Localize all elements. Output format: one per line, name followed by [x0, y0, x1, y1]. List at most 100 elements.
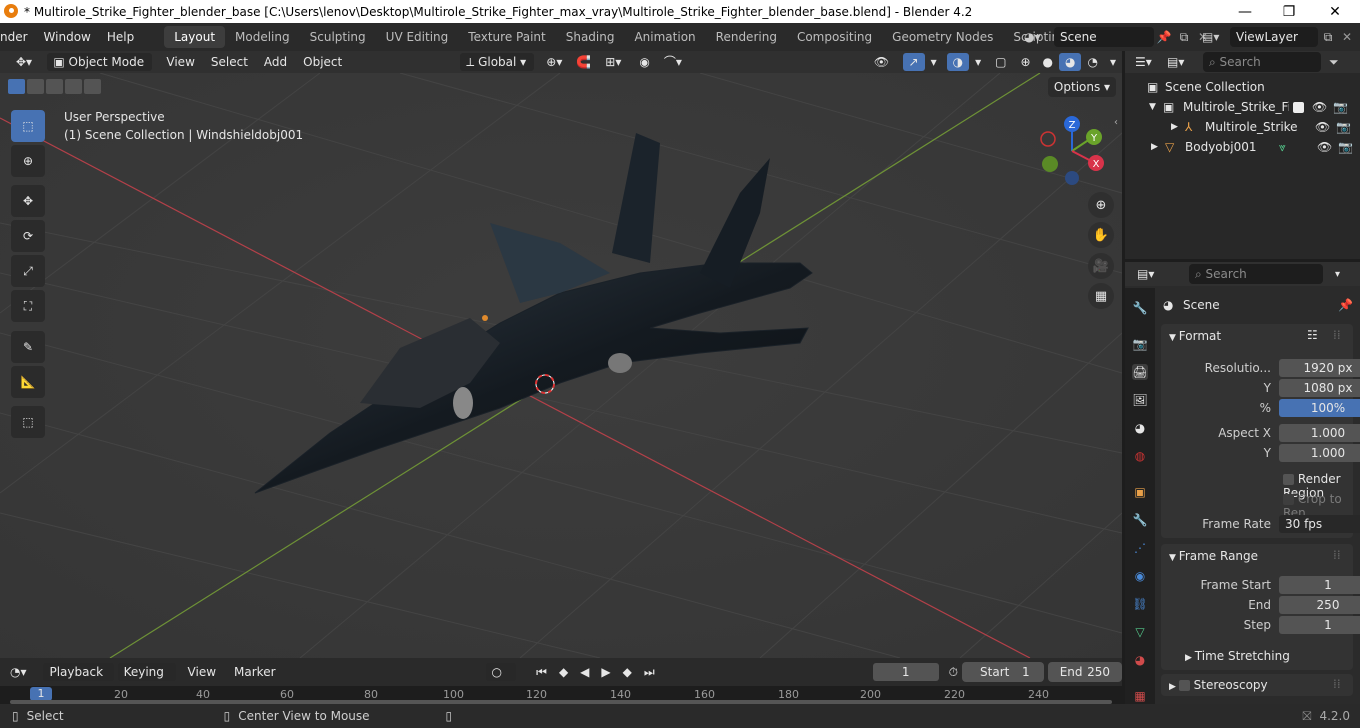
expand-icon[interactable]: ▶: [1171, 122, 1185, 132]
minimize-button[interactable]: —: [1222, 0, 1268, 23]
eye-icon[interactable]: 👁: [1312, 100, 1327, 114]
scene-tab-icon[interactable]: ◕: [1132, 420, 1148, 436]
outliner-row-bodyobj[interactable]: ▶ ▽ Bodyobj001 ⩔ 👁 📷: [1125, 137, 1360, 157]
rotate-tool[interactable]: ⟳: [11, 220, 45, 252]
menu-window[interactable]: Window: [36, 30, 99, 44]
auto-keying-toggle[interactable]: ○ ▾: [485, 663, 517, 697]
stopwatch-icon[interactable]: ⏱: [949, 665, 958, 680]
menu-add[interactable]: Add: [258, 53, 293, 71]
gizmo-toggle-icon[interactable]: ↗: [902, 53, 925, 71]
drag-handle-icon[interactable]: ⁞⁞: [1333, 548, 1341, 562]
texture-tab-icon[interactable]: ▦: [1132, 688, 1148, 704]
properties-search-input[interactable]: ⌕ Search: [1189, 264, 1323, 284]
3d-viewport[interactable]: Z Y X User Perspective (1) Scene Collect…: [0, 73, 1122, 658]
outliner-row-armature[interactable]: ▶ ⅄ Multirole_Strike 👁 📷: [1125, 117, 1360, 137]
cursor-tool[interactable]: ⊕: [11, 145, 45, 177]
tab-geometry-nodes[interactable]: Geometry Nodes: [882, 26, 1003, 48]
viewlayer-field[interactable]: ViewLayer: [1230, 27, 1318, 47]
overlay-toggle-icon[interactable]: ◑: [946, 53, 970, 71]
toggle-ortho-button[interactable]: ▦: [1088, 283, 1114, 309]
jump-end-icon[interactable]: ⏭: [638, 663, 661, 681]
output-tab-icon[interactable]: 🖨: [1132, 364, 1148, 380]
stereoscopy-checkbox[interactable]: [1178, 680, 1190, 691]
pivot-icon[interactable]: ⊕▾: [540, 53, 568, 71]
camera-view-button[interactable]: 🎥: [1088, 253, 1114, 279]
select-intersect-icon[interactable]: [84, 79, 101, 94]
outliner-search-input[interactable]: ⌕ Search: [1203, 52, 1321, 72]
next-keyframe-icon[interactable]: ◆: [617, 663, 638, 681]
mode-dropdown[interactable]: ▣ Object Mode ▾: [47, 53, 153, 87]
tab-layout[interactable]: Layout: [164, 26, 226, 48]
editor-type-icon[interactable]: ✥▾: [10, 53, 41, 71]
tab-rendering[interactable]: Rendering: [706, 26, 787, 48]
expand-icon[interactable]: ▶: [1151, 142, 1165, 152]
data-tab-icon[interactable]: ▽: [1132, 624, 1148, 640]
modifier-tab-icon[interactable]: 🔧: [1132, 512, 1148, 528]
transform-tool[interactable]: ⛶: [11, 290, 45, 322]
xray-icon[interactable]: ▢: [989, 53, 1012, 71]
frame-range-panel-header[interactable]: ▼ Frame Range: [1169, 549, 1258, 563]
select-subtract-icon[interactable]: [46, 79, 63, 94]
play-reverse-icon[interactable]: ◀: [574, 663, 595, 681]
eye-icon[interactable]: 👁: [1315, 120, 1330, 134]
format-panel-header[interactable]: ▼ Format: [1169, 329, 1221, 343]
scale-tool[interactable]: ⤢: [11, 255, 45, 287]
tool-tab-icon[interactable]: 🔧: [1132, 300, 1148, 316]
menu-file[interactable]: nder: [0, 30, 36, 44]
annotate-tool[interactable]: ✎: [11, 331, 45, 363]
menu-help[interactable]: Help: [99, 30, 142, 44]
aspect-x-field[interactable]: 1.000: [1279, 424, 1360, 442]
snap-icon[interactable]: 🧲: [570, 53, 597, 71]
snap-target-icon[interactable]: ⊞▾: [599, 53, 627, 71]
new-viewlayer-icon[interactable]: ⧉: [1318, 30, 1338, 45]
shading-dropdown-icon[interactable]: ▾: [1104, 53, 1122, 71]
aspect-y-field[interactable]: 1.000: [1279, 444, 1360, 462]
frame-end-field[interactable]: 250: [1279, 596, 1360, 614]
frame-step-field[interactable]: 1: [1279, 616, 1360, 634]
tab-texture-paint[interactable]: Texture Paint: [458, 26, 555, 48]
viewlayer-icon[interactable]: ▤▾: [1202, 30, 1230, 44]
maximize-button[interactable]: ❐: [1266, 0, 1312, 23]
sidebar-toggle-icon[interactable]: ‹: [1114, 117, 1118, 128]
drag-handle-icon[interactable]: ⁞⁞: [1333, 677, 1341, 691]
properties-options-icon[interactable]: ▾: [1335, 269, 1340, 280]
prev-keyframe-icon[interactable]: ◆: [553, 663, 574, 681]
end-frame-field[interactable]: End 250: [1047, 662, 1122, 682]
timeline-editor-type-icon[interactable]: ◔▾: [10, 665, 37, 679]
menu-object[interactable]: Object: [297, 53, 348, 71]
camera-render-icon[interactable]: 📷: [1333, 100, 1348, 114]
rendered-shading-icon[interactable]: ◔: [1081, 53, 1103, 71]
pin-icon[interactable]: 📌: [1154, 30, 1174, 44]
overlay-dropdown-icon[interactable]: ▾: [969, 53, 987, 71]
tab-sculpting[interactable]: Sculpting: [300, 26, 376, 48]
measure-tool[interactable]: 📐: [11, 366, 45, 398]
keying-menu[interactable]: Keying ▾: [117, 663, 176, 697]
frame-rate-dropdown[interactable]: 30 fps⌄: [1279, 515, 1360, 533]
close-button[interactable]: ✕: [1312, 0, 1358, 23]
tab-uv-editing[interactable]: UV Editing: [376, 26, 459, 48]
gizmo-dropdown-icon[interactable]: ▾: [925, 53, 943, 71]
tab-animation[interactable]: Animation: [624, 26, 705, 48]
play-icon[interactable]: ▶: [595, 663, 616, 681]
menu-select[interactable]: Select: [205, 53, 254, 71]
render-tab-icon[interactable]: 📷: [1132, 336, 1148, 352]
filter-icon[interactable]: ⏷: [1329, 55, 1339, 70]
material-shading-icon[interactable]: ◕: [1059, 53, 1082, 71]
zoom-button[interactable]: ⊕: [1088, 192, 1114, 218]
falloff-icon[interactable]: ⌒▾: [658, 53, 688, 71]
scene-icon[interactable]: ◕▾: [1024, 30, 1054, 44]
proportional-icon[interactable]: ◉: [633, 53, 655, 71]
resolution-percent-slider[interactable]: 100%: [1279, 399, 1360, 417]
constraints-tab-icon[interactable]: ⛓: [1132, 596, 1148, 612]
new-scene-icon[interactable]: ⧉: [1174, 30, 1194, 45]
view-layer-tab-icon[interactable]: 🖼: [1132, 392, 1148, 408]
presets-icon[interactable]: ☷: [1307, 328, 1318, 342]
select-box-tool[interactable]: ⬚: [11, 110, 45, 142]
stereoscopy-panel[interactable]: ▶ Stereoscopy ⁞⁞: [1161, 674, 1353, 696]
delete-viewlayer-icon[interactable]: ✕: [1338, 30, 1356, 44]
pin-icon[interactable]: 📌: [1338, 298, 1353, 312]
start-frame-field[interactable]: Start 1: [962, 662, 1044, 682]
pan-button[interactable]: ✋: [1088, 222, 1114, 248]
drag-handle-icon[interactable]: ⁞⁞: [1333, 328, 1341, 342]
move-tool[interactable]: ✥: [11, 185, 45, 217]
